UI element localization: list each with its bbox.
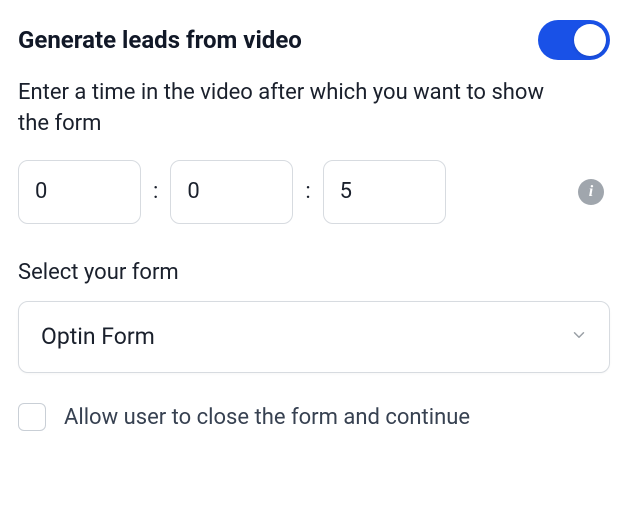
allow-close-row: Allow user to close the form and continu… [18, 401, 610, 434]
leads-toggle[interactable] [538, 20, 610, 60]
time-separator-1: : [151, 179, 160, 204]
form-select-value: Optin Form [41, 323, 155, 350]
hours-input[interactable] [18, 160, 141, 224]
form-select[interactable]: Optin Form [18, 301, 610, 373]
page-title: Generate leads from video [18, 26, 302, 54]
time-separator-2: : [303, 179, 312, 204]
info-icon[interactable]: i [578, 179, 604, 205]
minutes-input[interactable] [170, 160, 293, 224]
time-input-row: : : i [18, 160, 610, 224]
seconds-input[interactable] [323, 160, 446, 224]
form-select-label: Select your form [18, 260, 610, 285]
allow-close-checkbox[interactable] [18, 403, 46, 431]
time-instruction: Enter a time in the video after which yo… [18, 78, 558, 140]
allow-close-label: Allow user to close the form and continu… [64, 401, 470, 434]
form-select-wrap: Optin Form [18, 301, 610, 373]
toggle-knob [574, 24, 606, 56]
header-row: Generate leads from video [18, 20, 610, 60]
